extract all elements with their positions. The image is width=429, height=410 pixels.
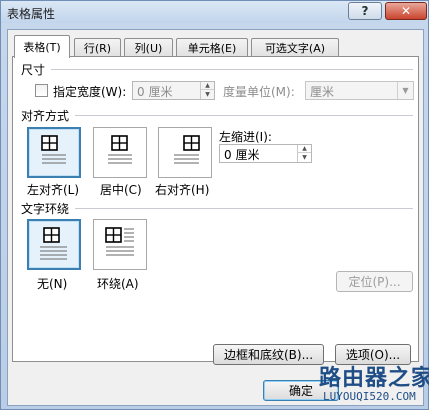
measure-in-value: 厘米 [310, 85, 335, 99]
alignment-divider [75, 115, 413, 116]
indent-left-spinner[interactable]: 0 厘米 ▲ ▼ [219, 144, 312, 163]
preferred-width-spinner[interactable]: 0 厘米 ▲ ▼ [132, 81, 215, 100]
help-button[interactable]: ? [348, 2, 382, 20]
site-watermark: 路由器之家 LUYOUQI520.COM [319, 360, 429, 408]
spin-down-icon[interactable]: ▼ [298, 153, 311, 161]
align-left-icon [41, 135, 66, 164]
wrap-none-option[interactable] [27, 219, 81, 270]
alignment-section-label: 对齐方式 [21, 109, 70, 123]
title-bar: 表格属性 ? ✕ [1, 1, 428, 23]
dialog-body: 表格(T) 行(R) 列(U) 单元格(E) 可选文字(A) 尺寸 指定宽度(W… [7, 29, 424, 406]
wrapping-section-label: 文字环绕 [21, 202, 70, 216]
table-properties-window: 表格属性 ? ✕ 表格(T) 行(R) 列(U) 单元格(E) 可选文字(A) … [0, 0, 429, 410]
preferred-width-checkbox[interactable] [35, 84, 48, 97]
size-section-label: 尺寸 [21, 63, 46, 77]
measure-in-select[interactable]: 厘米 ▼ [305, 81, 414, 100]
indent-left-label: 左缩进(I): [219, 130, 272, 144]
wrap-none-label: 无(N) [37, 277, 68, 291]
spin-up-icon[interactable]: ▲ [298, 145, 311, 153]
spinner-arrows: ▲ ▼ [297, 145, 311, 162]
tab-alt-text[interactable]: 可选文字(A) [251, 38, 339, 57]
spin-up-icon[interactable]: ▲ [201, 82, 214, 90]
align-left-label: 左对齐(L) [27, 183, 80, 197]
spinner-arrows: ▲ ▼ [200, 82, 214, 99]
tab-column[interactable]: 列(U) [124, 38, 173, 57]
align-center-label: 居中(C) [100, 183, 142, 197]
close-button[interactable]: ✕ [385, 2, 427, 20]
tab-cell[interactable]: 单元格(E) [176, 38, 248, 57]
align-center-icon [108, 135, 132, 164]
indent-left-value: 0 厘米 [224, 148, 260, 162]
preferred-width-value: 0 厘米 [137, 85, 173, 99]
wrap-around-option[interactable] [93, 219, 147, 270]
align-center-option[interactable] [93, 127, 147, 178]
chevron-down-icon: ▼ [397, 82, 413, 99]
align-right-option[interactable] [158, 127, 212, 178]
window-title: 表格属性 [7, 7, 56, 21]
size-divider [51, 69, 413, 70]
wrap-around-icon [105, 227, 134, 256]
align-right-icon [174, 135, 200, 164]
tab-table[interactable]: 表格(T) [14, 35, 70, 58]
spin-down-icon[interactable]: ▼ [201, 90, 214, 98]
positioning-button[interactable]: 定位(P)... [336, 271, 413, 292]
align-right-label: 右对齐(H) [155, 183, 210, 197]
table-tab-panel: 尺寸 指定宽度(W): 0 厘米 ▲ ▼ 度量单位(M): 厘米 ▼ 对齐方式 [12, 56, 419, 362]
watermark-title: 路由器之家 [319, 366, 429, 391]
watermark-url: LUYOUQI520.COM [323, 390, 416, 403]
wrapping-divider [75, 208, 413, 209]
borders-and-shading-button[interactable]: 边框和底纹(B)... [213, 344, 324, 365]
wrap-around-label: 环绕(A) [97, 277, 139, 291]
tab-row[interactable]: 行(R) [74, 38, 121, 57]
wrap-none-icon [40, 227, 67, 260]
align-left-option[interactable] [27, 127, 81, 178]
measure-in-label: 度量单位(M): [223, 85, 295, 99]
preferred-width-label: 指定宽度(W): [53, 85, 127, 99]
